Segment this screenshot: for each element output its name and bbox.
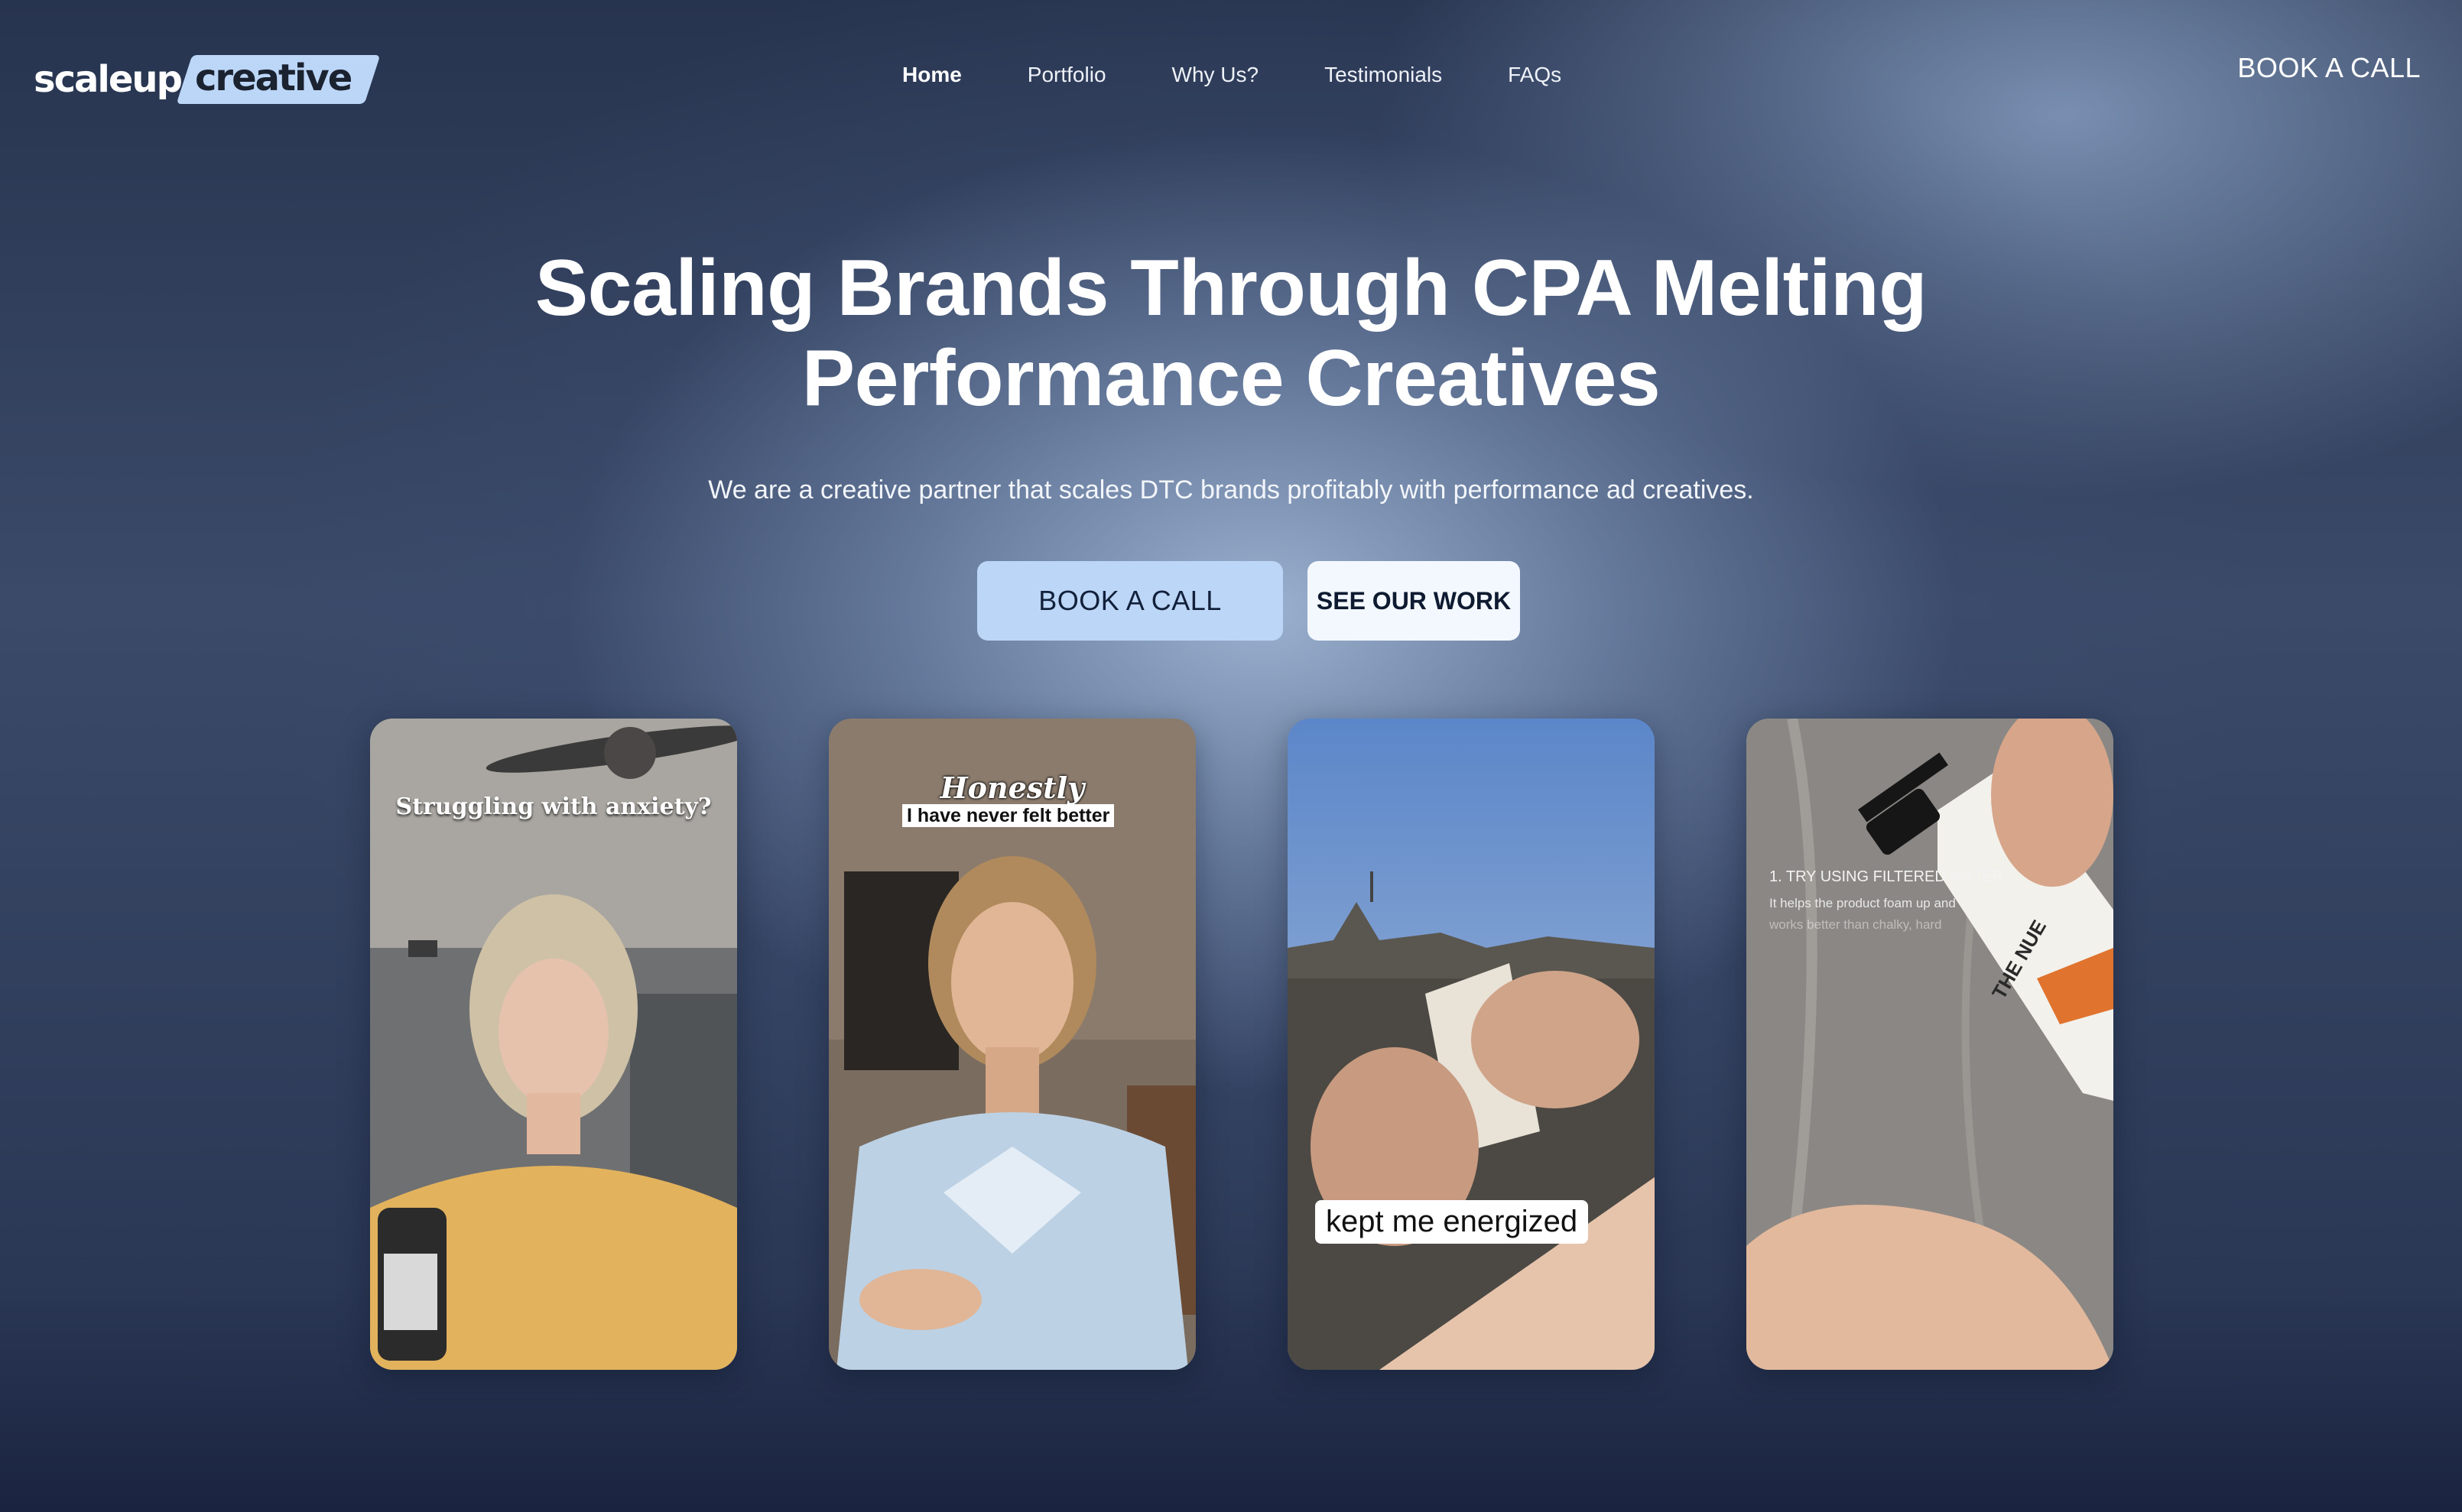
nav-portfolio[interactable]: Portfolio <box>1028 63 1106 87</box>
main-nav: Home Portfolio Why Us? Testimonials FAQs <box>902 63 1627 87</box>
hero-subtitle: We are a creative partner that scales DT… <box>708 475 1754 505</box>
brand-logo[interactable]: scaleup creative <box>34 55 381 104</box>
hero-title-line-2: Performance Creatives <box>801 334 1661 423</box>
creative-gallery: Struggling with anxiety? Honestly I have… <box>370 719 2113 1370</box>
logo-text-scaleup: scaleup <box>34 58 183 101</box>
card-caption-box: I have never felt better <box>902 804 1115 827</box>
logo-highlight: creative <box>176 55 381 104</box>
nav-home[interactable]: Home <box>902 63 962 87</box>
logo-text-creative: creative <box>194 57 352 99</box>
header-book-call-link[interactable]: BOOK A CALL <box>2237 52 2421 84</box>
creative-card-shampoo[interactable]: 1. TRY USING FILTERED WATER It helps the… <box>1746 719 2113 1370</box>
creative-thumbnail-patch-on-wrist <box>1288 719 1655 1370</box>
creative-card-anxiety[interactable]: Struggling with anxiety? <box>370 719 737 1370</box>
creative-thumbnail-product-pump <box>1746 719 2113 1370</box>
card-step-text-2: works better than chalky, hard <box>1769 917 1942 932</box>
see-our-work-button[interactable]: SEE OUR WORK <box>1307 561 1520 641</box>
creative-card-energized[interactable]: kept me energized <box>1288 719 1655 1370</box>
card-caption: Struggling with anxiety? <box>395 793 712 820</box>
hero-title-line-1: Scaling Brands Through CPA Melting <box>534 244 1928 333</box>
book-call-button[interactable]: BOOK A CALL <box>977 561 1283 641</box>
site-header: scaleup creative Home Portfolio Why Us? … <box>0 0 2462 153</box>
nav-why-us[interactable]: Why Us? <box>1172 63 1259 87</box>
hero-title: Scaling Brands Through CPA Melting Perfo… <box>0 243 2462 423</box>
card-step-text-1: It helps the product foam up and <box>1769 896 1956 910</box>
nav-faqs[interactable]: FAQs <box>1508 63 1561 87</box>
creative-card-testimonial[interactable]: Honestly I have never felt better <box>829 719 1196 1370</box>
card-step-title: 1. TRY USING FILTERED WATER <box>1769 868 2004 885</box>
card-caption-box: kept me energized <box>1315 1200 1589 1244</box>
card-caption-script: Honestly <box>940 771 1085 805</box>
nav-testimonials[interactable]: Testimonials <box>1324 63 1442 87</box>
hero-cta-group: BOOK A CALL SEE OUR WORK <box>977 561 1520 641</box>
